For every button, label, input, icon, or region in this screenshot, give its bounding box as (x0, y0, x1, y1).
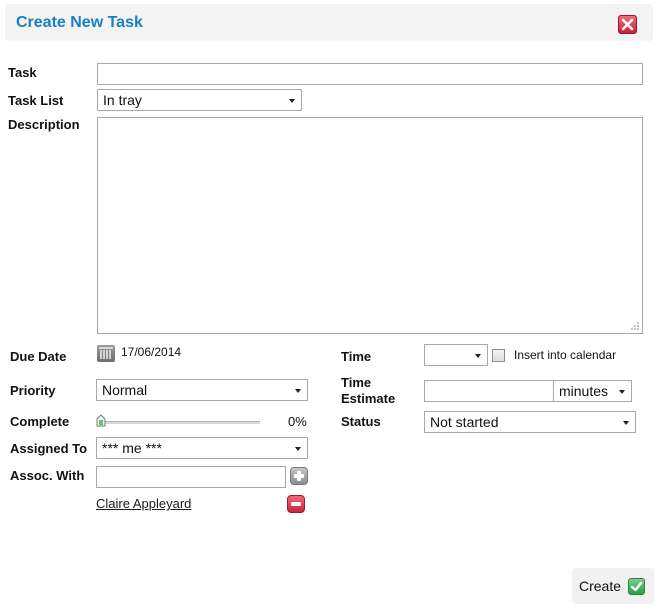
time-label: Time (341, 349, 372, 364)
priority-select[interactable]: Normal (96, 379, 308, 401)
dialog-header: Create New Task (5, 4, 653, 41)
close-button[interactable] (618, 15, 637, 34)
time-select[interactable] (424, 344, 488, 366)
assigned-to-select[interactable]: *** me *** (96, 437, 308, 459)
chevron-down-icon (295, 447, 301, 451)
chevron-down-icon (289, 99, 295, 103)
complete-slider-handle[interactable] (96, 414, 106, 427)
task-input[interactable] (97, 63, 643, 85)
resize-grip-icon[interactable] (630, 321, 640, 331)
time-unit-value: minutes (559, 383, 609, 399)
assigned-to-label: Assigned To (10, 441, 88, 456)
assoc-with-label: Assoc. With (10, 468, 85, 483)
checkmark-icon (628, 578, 645, 595)
chevron-down-icon (623, 421, 629, 425)
dialog-title: Create New Task (16, 14, 143, 31)
due-date-label: Due Date (10, 349, 67, 364)
complete-slider-track[interactable] (99, 421, 260, 424)
calendar-icon[interactable] (97, 345, 115, 362)
create-button[interactable]: Create (572, 568, 654, 604)
assigned-to-value: *** me *** (102, 440, 162, 456)
plus-icon-vertical (297, 471, 301, 481)
task-list-label: Task List (8, 93, 64, 108)
chevron-down-icon (295, 389, 301, 393)
assoc-with-input[interactable] (96, 466, 286, 488)
status-label: Status (341, 414, 381, 429)
time-estimate-label: Time (341, 375, 372, 390)
complete-label: Complete (10, 414, 70, 429)
task-list-value: In tray (103, 92, 142, 108)
status-value: Not started (430, 414, 499, 430)
chevron-down-icon (619, 390, 625, 394)
minus-icon (291, 502, 301, 506)
time-unit-select[interactable]: minutes (553, 380, 632, 402)
due-date-value[interactable]: 17/06/2014 (121, 345, 181, 359)
time-estimate-input[interactable] (424, 380, 554, 402)
description-label: Description (8, 117, 80, 132)
add-association-button[interactable] (290, 467, 308, 485)
priority-label: Priority (10, 383, 56, 398)
task-list-select[interactable]: In tray (97, 89, 302, 111)
chevron-down-icon (475, 354, 481, 358)
complete-percent: 0% (288, 414, 307, 429)
close-icon (621, 18, 634, 31)
insert-calendar-checkbox[interactable] (492, 349, 505, 362)
task-label: Task (8, 65, 37, 80)
status-select[interactable]: Not started (424, 411, 636, 433)
create-label: Create (579, 578, 622, 594)
description-textarea[interactable] (97, 117, 643, 334)
assoc-contact-link[interactable]: Claire Appleyard (96, 496, 191, 511)
insert-calendar-label: Insert into calendar (514, 348, 617, 362)
remove-association-button[interactable] (287, 495, 305, 513)
priority-value: Normal (102, 382, 148, 398)
time-estimate-label-2: Estimate (341, 391, 396, 406)
